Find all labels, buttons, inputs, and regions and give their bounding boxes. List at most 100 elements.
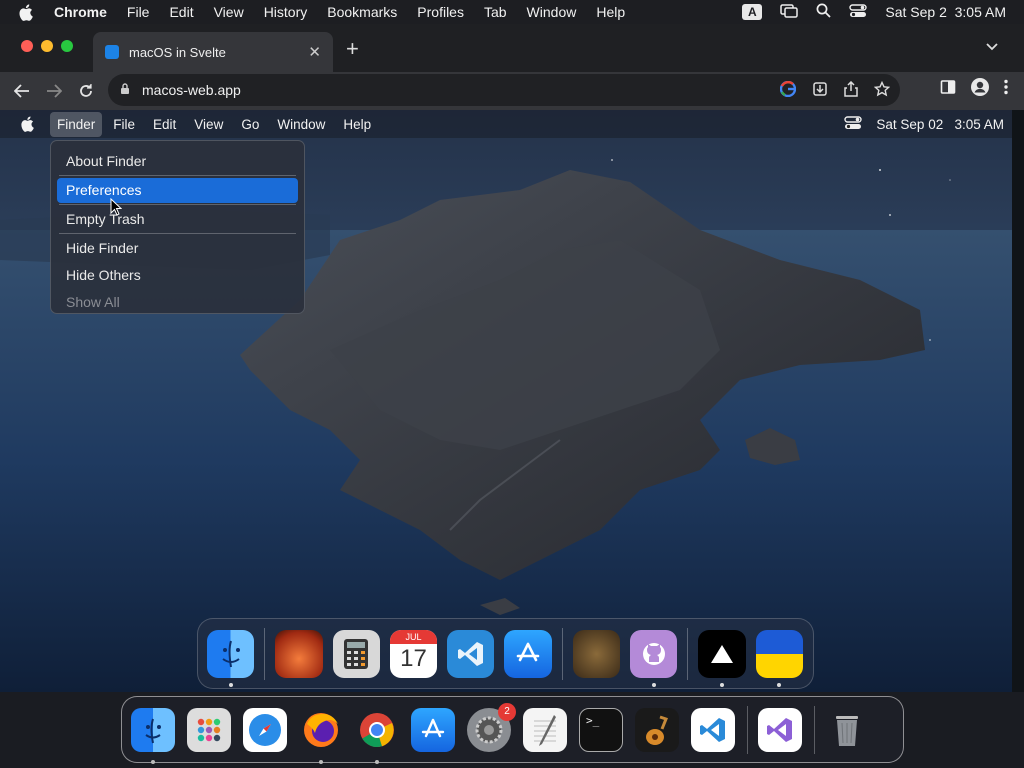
mouse-pointer-icon [110, 197, 123, 221]
control-center-icon[interactable] [849, 3, 868, 21]
running-indicator [719, 682, 724, 687]
browser-toolbar: macos-web.app [0, 72, 1024, 110]
dock-finder-icon[interactable] [131, 707, 175, 764]
install-app-icon[interactable] [812, 81, 828, 100]
tab-active[interactable]: macOS in Svelte ✕ [93, 32, 333, 72]
web-menu-window[interactable]: Window [270, 112, 332, 137]
web-menu-go[interactable]: Go [234, 112, 266, 137]
dock-vscode-icon[interactable] [691, 707, 735, 752]
web-menu-finder[interactable]: Finder [50, 111, 103, 137]
app-menu-chrome[interactable]: Chrome [54, 4, 107, 20]
menu-edit[interactable]: Edit [169, 4, 193, 20]
dock-vscode-icon[interactable] [447, 629, 495, 678]
dock-trash-icon[interactable] [825, 708, 869, 752]
dock-separator [561, 627, 563, 680]
omnibox-actions [779, 80, 891, 100]
toolbar-right [940, 77, 1008, 102]
web-dock: JUL 17 [197, 618, 814, 689]
menu-tab[interactable]: Tab [484, 4, 507, 20]
web-menu-file[interactable]: File [106, 112, 142, 137]
menubar-clock[interactable]: Sat Sep 2 3:05 AM [885, 4, 1006, 20]
dock-appstore-icon[interactable] [504, 629, 552, 678]
dock-calendar-icon[interactable]: JUL 17 [389, 629, 438, 678]
google-lens-icon[interactable] [779, 80, 797, 100]
browser-window: macOS in Svelte ✕ + macos-web.app [0, 24, 1024, 110]
dock-separator [687, 627, 689, 680]
bookmark-star-icon[interactable] [873, 80, 891, 100]
dock-textedit-icon[interactable] [523, 707, 567, 752]
tab-search-chevron-icon[interactable] [986, 38, 998, 56]
back-button[interactable] [6, 75, 38, 107]
dock-safari-icon[interactable] [243, 707, 287, 752]
profile-avatar-icon[interactable] [970, 77, 990, 102]
running-indicator [651, 682, 656, 687]
menu-help[interactable]: Help [596, 4, 625, 20]
input-source-indicator[interactable]: A [742, 4, 763, 20]
dock-visualstudio-icon[interactable] [758, 707, 802, 752]
running-indicator [228, 682, 233, 687]
dock-finder-icon[interactable] [207, 629, 255, 687]
web-menubar-clock[interactable]: Sat Sep 02 3:05 AM [876, 117, 1004, 132]
dock-calculator-icon[interactable] [332, 629, 380, 678]
web-menu-view[interactable]: View [187, 112, 230, 137]
dock-terminal-icon[interactable]: >_ [579, 707, 623, 752]
web-menu-edit[interactable]: Edit [146, 112, 183, 137]
reload-button[interactable] [70, 75, 102, 107]
terminal-prompt: >_ [586, 713, 600, 727]
menu-history[interactable]: History [264, 4, 308, 20]
screen-mirroring-icon[interactable] [780, 3, 799, 21]
window-right-edge [1012, 110, 1024, 692]
minimize-window-button[interactable] [41, 40, 53, 52]
tab-strip: macOS in Svelte ✕ + [0, 24, 1024, 72]
menu-item-about-finder[interactable]: About Finder [57, 149, 298, 174]
dock-launchpad-icon[interactable] [187, 707, 231, 752]
menu-bookmarks[interactable]: Bookmarks [327, 4, 397, 20]
calendar-day: 17 [400, 644, 427, 672]
menu-item-empty-trash[interactable]: Empty Trash [57, 207, 298, 232]
dock-chrome-icon[interactable] [355, 708, 399, 764]
menu-window[interactable]: Window [527, 4, 577, 20]
web-apple-logo-icon[interactable] [20, 116, 36, 132]
menu-item-hide-finder[interactable]: Hide Finder [57, 236, 298, 261]
zoom-window-button[interactable] [61, 40, 73, 52]
running-indicator [319, 759, 323, 764]
menu-file[interactable]: File [127, 4, 150, 20]
more-menu-icon[interactable] [1004, 79, 1008, 100]
dock-settings-icon[interactable]: 2 [467, 702, 516, 752]
dock-purrtrait-icon[interactable] [572, 629, 621, 678]
calendar-month: JUL [389, 629, 438, 644]
menu-item-show-all[interactable]: Show All [57, 290, 298, 315]
share-icon[interactable] [844, 80, 858, 100]
close-window-button[interactable] [21, 40, 33, 52]
url-text[interactable]: macos-web.app [142, 82, 241, 98]
status-area: A Sat Sep 2 3:05 AM [742, 3, 1006, 21]
finder-favicon-icon [105, 45, 119, 59]
running-indicator [777, 682, 782, 687]
new-tab-button[interactable]: + [346, 36, 359, 62]
dock-ukraine-icon[interactable] [755, 629, 803, 687]
lock-icon[interactable] [120, 82, 130, 98]
menu-profiles[interactable]: Profiles [417, 4, 464, 20]
dock-wallpapers-icon[interactable] [275, 629, 323, 678]
menu-separator [59, 233, 296, 234]
dock-garageband-icon[interactable] [635, 707, 679, 752]
forward-button[interactable] [38, 75, 70, 107]
dock-appstore-icon[interactable] [411, 707, 455, 752]
web-control-center-icon[interactable] [844, 115, 863, 133]
dock-github-icon[interactable] [630, 629, 678, 687]
menu-item-hide-others[interactable]: Hide Others [57, 263, 298, 288]
web-menu-help[interactable]: Help [336, 112, 378, 137]
tab-close-icon[interactable]: ✕ [308, 43, 321, 61]
dock-vercel-icon[interactable] [698, 629, 746, 687]
dock-firefox-icon[interactable] [299, 708, 343, 764]
running-indicator [375, 759, 379, 764]
spotlight-search-icon[interactable] [816, 3, 831, 21]
side-panel-icon[interactable] [940, 79, 956, 100]
system-menubar: Chrome File Edit View History Bookmarks … [0, 0, 1024, 24]
apple-logo-icon[interactable] [18, 3, 36, 21]
dock-separator [814, 705, 815, 754]
address-bar[interactable]: macos-web.app [108, 74, 900, 106]
menu-view[interactable]: View [214, 4, 244, 20]
tab-title: macOS in Svelte [129, 44, 226, 60]
menu-item-preferences[interactable]: Preferences [57, 178, 298, 203]
